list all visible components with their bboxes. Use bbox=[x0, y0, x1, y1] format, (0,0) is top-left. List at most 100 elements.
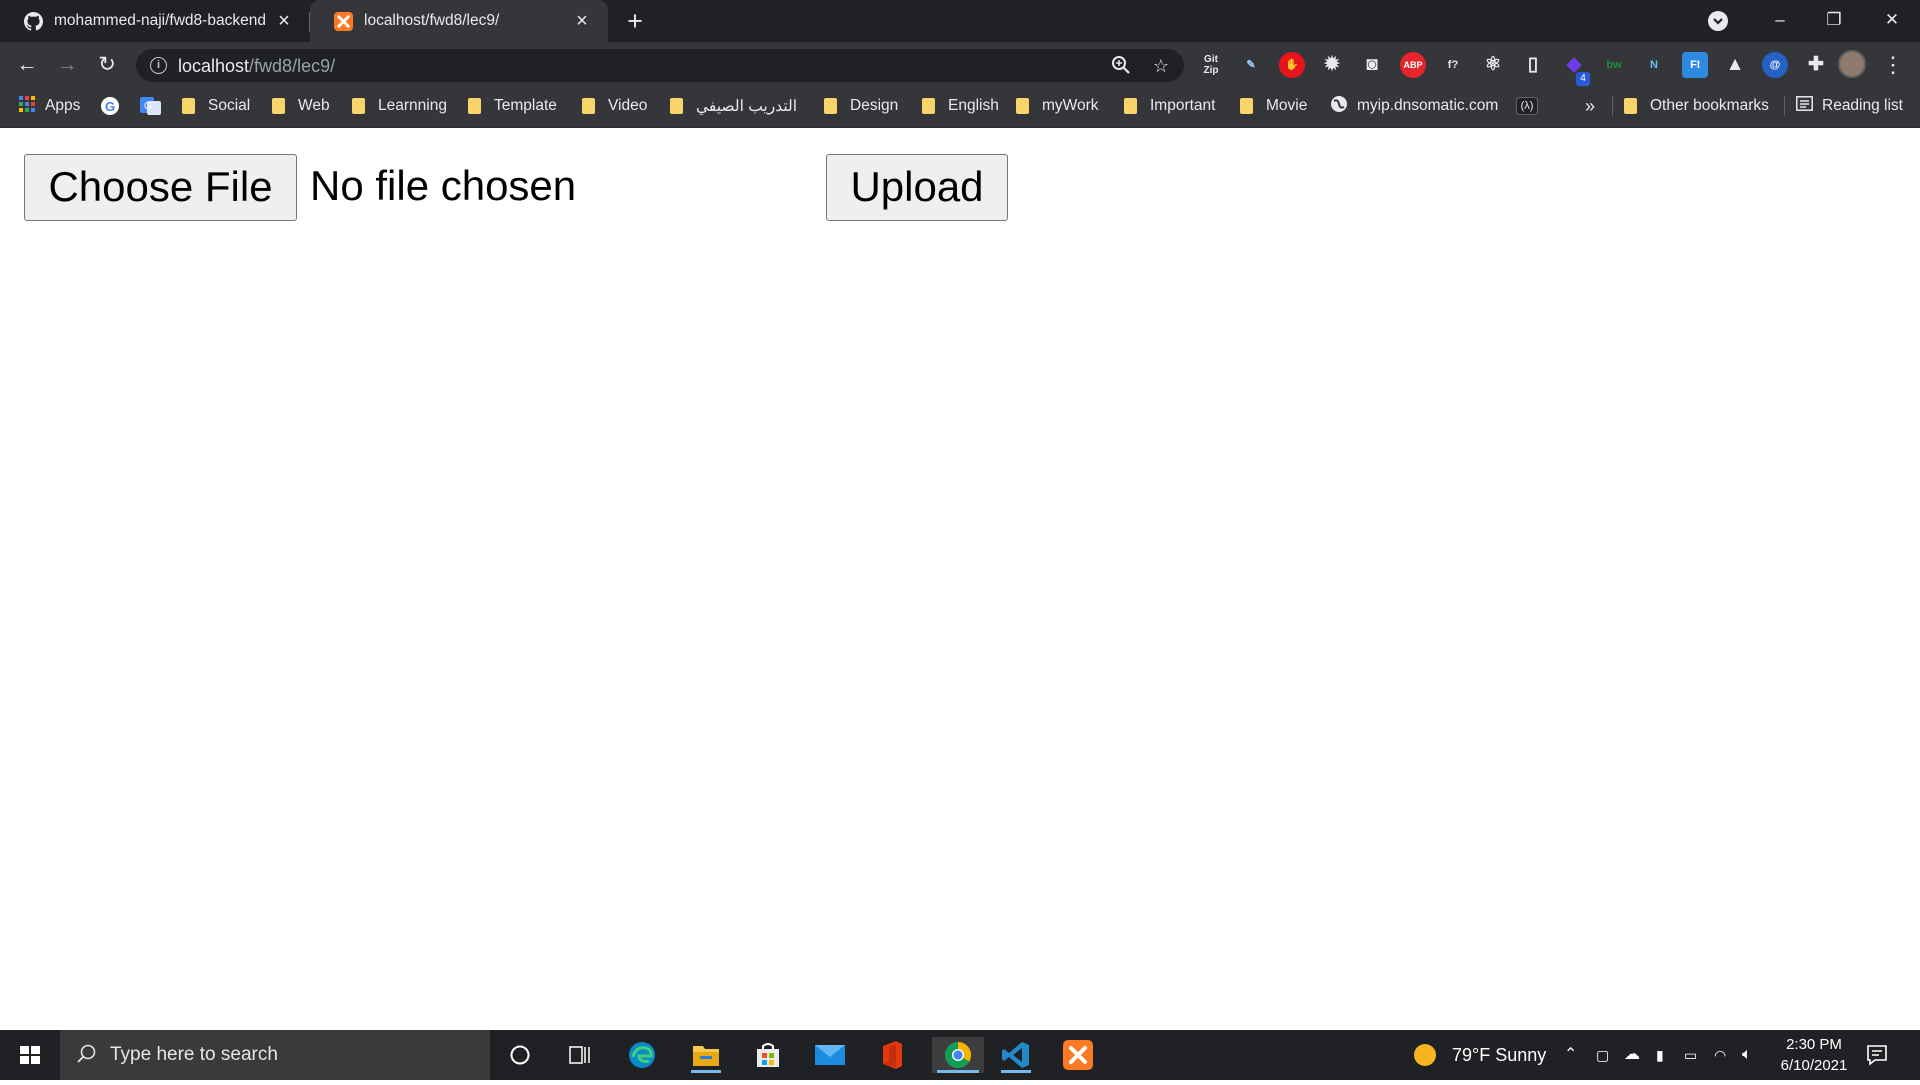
tab-github[interactable]: mohammed-naji/fwd8-backend × bbox=[0, 0, 310, 42]
bookmark-folder[interactable]: Template bbox=[468, 87, 557, 125]
close-window-button[interactable]: ✕ bbox=[1864, 0, 1920, 42]
bookmark-folder[interactable]: myWork bbox=[1016, 87, 1099, 125]
google-translate-icon[interactable]: G bbox=[140, 87, 161, 125]
folder-icon bbox=[582, 98, 595, 114]
battery-icon[interactable]: ▭ bbox=[1684, 1030, 1697, 1080]
back-arrow-icon[interactable]: ← bbox=[10, 48, 44, 82]
reload-icon[interactable]: ↻ bbox=[90, 48, 124, 82]
weather-sun-icon[interactable] bbox=[1414, 1044, 1436, 1066]
browser-toolbar: ← → ↻ i localhost/fwd8/lec9/ ☆ Git Zip ✎ ✋… bbox=[0, 42, 1920, 87]
windows-taskbar: Type here to search 79°F Sunny ⌃ ▢ ☁ ▮ ▭… bbox=[0, 1030, 1920, 1080]
microphone-icon[interactable]: ▮ bbox=[1656, 1030, 1664, 1080]
folder-icon bbox=[1124, 98, 1137, 114]
task-view-icon[interactable] bbox=[560, 1037, 600, 1073]
reading-list-label: Reading list bbox=[1822, 97, 1903, 114]
folder-icon bbox=[922, 98, 935, 114]
bookmark-label: English bbox=[948, 97, 999, 114]
windows-start-icon[interactable] bbox=[0, 1030, 60, 1080]
chrome-taskbar-icon[interactable] bbox=[932, 1037, 984, 1073]
bookmark-folder[interactable]: Social bbox=[182, 87, 250, 125]
search-placeholder: Type here to search bbox=[110, 1044, 278, 1065]
react-devtools-icon[interactable]: ⚛ bbox=[1480, 52, 1506, 78]
xampp-taskbar-icon[interactable] bbox=[1058, 1037, 1098, 1073]
restore-button[interactable]: ❐ bbox=[1806, 0, 1862, 42]
apps-grid-icon bbox=[18, 95, 36, 118]
bookmark-divider bbox=[1784, 96, 1785, 116]
bookmark-other[interactable]: Other bookmarks bbox=[1624, 87, 1769, 125]
gear-extension-icon[interactable]: ✹ bbox=[1319, 52, 1345, 78]
device-extension-icon[interactable]: ▯ bbox=[1520, 52, 1546, 78]
clock-date: 6/10/2021 bbox=[1780, 1057, 1848, 1074]
tab-search-icon[interactable] bbox=[1708, 11, 1728, 31]
tab-close-button[interactable]: × bbox=[272, 9, 296, 33]
profile-avatar[interactable] bbox=[1838, 50, 1866, 78]
bookmark-folder[interactable]: التدريب الصيفي bbox=[670, 87, 797, 125]
cortana-icon[interactable] bbox=[500, 1037, 540, 1073]
edge-taskbar-icon[interactable] bbox=[622, 1037, 662, 1073]
bookmark-label: Movie bbox=[1266, 97, 1308, 114]
bookmark-label: myWork bbox=[1042, 97, 1099, 114]
svg-text:G: G bbox=[105, 99, 115, 114]
bookmarks-overflow-button[interactable]: » bbox=[1585, 87, 1595, 125]
search-icon bbox=[76, 1043, 98, 1071]
url-text[interactable]: localhost/fwd8/lec9/ bbox=[178, 56, 335, 77]
bw-extension-icon[interactable]: bw bbox=[1601, 52, 1627, 78]
notifications-icon[interactable] bbox=[1866, 1044, 1888, 1071]
bookmark-folder[interactable]: English bbox=[922, 87, 999, 125]
site-info-icon[interactable]: i bbox=[150, 57, 167, 74]
choose-file-button[interactable]: Choose File bbox=[24, 154, 297, 221]
extensions-puzzle-icon[interactable]: ✚ bbox=[1803, 52, 1829, 78]
bookmark-label: Other bookmarks bbox=[1650, 97, 1769, 114]
microsoft-store-icon[interactable] bbox=[748, 1037, 788, 1073]
font-extension-icon[interactable]: f? bbox=[1440, 52, 1466, 78]
adblock-plus-icon[interactable]: ABP bbox=[1400, 52, 1426, 78]
reading-list-button[interactable]: Reading list bbox=[1796, 87, 1903, 125]
new-tab-button[interactable]: + bbox=[620, 6, 650, 36]
upload-button[interactable]: Upload bbox=[826, 154, 1008, 221]
bookmark-star-icon[interactable]: ☆ bbox=[1150, 55, 1172, 77]
bookmark-folder[interactable]: Web bbox=[272, 87, 330, 125]
folder-icon bbox=[352, 98, 365, 114]
camera-extension-icon[interactable]: ◙ bbox=[1359, 52, 1385, 78]
fi-extension-icon[interactable]: FI bbox=[1682, 52, 1708, 78]
minimize-button[interactable]: – bbox=[1752, 0, 1808, 42]
bookmark-lambda-icon[interactable]: (λ) bbox=[1516, 87, 1538, 125]
page-content: Choose File No file chosen Upload bbox=[0, 128, 1920, 1030]
tab-close-button[interactable]: × bbox=[570, 9, 594, 33]
mail-icon[interactable] bbox=[810, 1037, 850, 1073]
show-hidden-icons-icon[interactable]: ⌃ bbox=[1564, 1030, 1577, 1080]
reading-list-icon bbox=[1796, 96, 1813, 116]
taskbar-search-box[interactable]: Type here to search bbox=[60, 1030, 490, 1080]
weather-text[interactable]: 79°F Sunny bbox=[1452, 1030, 1546, 1080]
globe-icon bbox=[1330, 95, 1348, 118]
wifi-icon[interactable]: ◠ bbox=[1714, 1030, 1726, 1080]
bookmark-apps[interactable]: Apps bbox=[18, 87, 80, 125]
at-extension-icon[interactable]: @ bbox=[1762, 52, 1788, 78]
n-extension-icon[interactable]: N bbox=[1641, 52, 1667, 78]
bookmark-folder[interactable]: Video bbox=[582, 87, 647, 125]
vscode-icon[interactable] bbox=[996, 1037, 1036, 1073]
bookmark-label: myip.dnsomatic.com bbox=[1357, 97, 1499, 114]
file-explorer-icon[interactable] bbox=[686, 1037, 726, 1073]
bookmark-folder[interactable]: Important bbox=[1124, 87, 1215, 125]
clock[interactable]: 2:30 PM 6/10/2021 bbox=[1776, 1034, 1852, 1076]
pen-extension-icon[interactable]: ✎ bbox=[1238, 52, 1264, 78]
google-icon[interactable]: G bbox=[100, 87, 120, 125]
chrome-menu-icon[interactable]: ⋮ bbox=[1876, 48, 1910, 82]
address-bar[interactable]: i localhost/fwd8/lec9/ ☆ bbox=[136, 49, 1184, 82]
bookmark-folder[interactable]: Movie bbox=[1240, 87, 1307, 125]
volume-icon[interactable]: 🔈︎ bbox=[1742, 1030, 1752, 1080]
bookmark-myip[interactable]: myip.dnsomatic.com bbox=[1330, 87, 1498, 125]
triangle-extension-icon[interactable]: ▲ bbox=[1722, 52, 1748, 78]
office-icon[interactable] bbox=[872, 1037, 912, 1073]
onedrive-icon[interactable]: ☁ bbox=[1624, 1030, 1640, 1080]
meet-now-icon[interactable]: ▢ bbox=[1596, 1030, 1609, 1080]
zoom-icon[interactable] bbox=[1110, 55, 1132, 77]
bookmark-folder[interactable]: Learnning bbox=[352, 87, 447, 125]
tab-localhost[interactable]: localhost/fwd8/lec9/ × bbox=[310, 0, 608, 42]
gitzip-extension-icon[interactable]: Git Zip bbox=[1198, 52, 1224, 78]
forward-arrow-icon[interactable]: → bbox=[50, 48, 84, 82]
bookmark-label: Important bbox=[1150, 97, 1216, 114]
bookmark-folder[interactable]: Design bbox=[824, 87, 898, 125]
stop-hand-extension-icon[interactable]: ✋ bbox=[1279, 52, 1305, 78]
